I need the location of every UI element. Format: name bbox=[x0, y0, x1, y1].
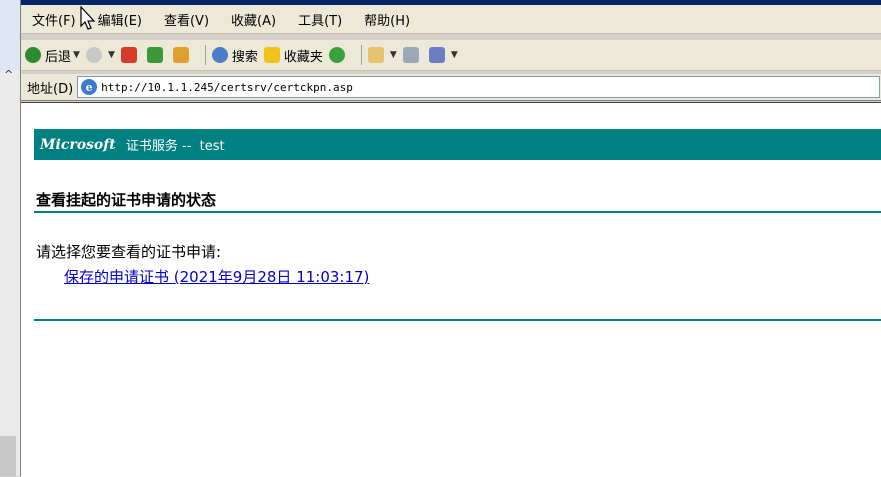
menu-favorites[interactable]: 收藏(A) bbox=[231, 10, 276, 29]
address-bar: 地址(D) e http://10.1.1.245/certsrv/certck… bbox=[21, 74, 881, 101]
microsoft-brand: Microsoft bbox=[40, 136, 116, 153]
select-prompt: 请选择您要查看的证书申请: bbox=[36, 243, 222, 261]
menu-edit[interactable]: 编辑(E) bbox=[98, 10, 142, 29]
caret-up-icon: ^ bbox=[4, 68, 14, 81]
favorites-label: 收藏夹 bbox=[283, 49, 323, 65]
back-button[interactable]: 后退 ▼ bbox=[25, 46, 80, 65]
search-label: 搜索 bbox=[231, 49, 258, 65]
footer-divider bbox=[34, 319, 881, 321]
back-label: 后退 bbox=[45, 49, 72, 65]
heading-divider bbox=[34, 211, 881, 213]
refresh-icon bbox=[146, 47, 163, 63]
printer-icon bbox=[402, 47, 419, 63]
stop-icon bbox=[120, 47, 137, 63]
history-button[interactable] bbox=[328, 47, 349, 63]
address-label: 地址(D) bbox=[27, 81, 74, 97]
page-title: 查看挂起的证书申请的状态 bbox=[36, 191, 217, 209]
mail-button[interactable]: ▼ bbox=[367, 47, 397, 63]
menu-view[interactable]: 查看(V) bbox=[164, 10, 209, 29]
ie-page-icon: e bbox=[81, 79, 98, 95]
edit-button[interactable]: ▼ bbox=[428, 47, 458, 63]
favorites-button[interactable]: 收藏夹 bbox=[263, 46, 323, 65]
service-title: 证书服务 -- test bbox=[121, 139, 225, 154]
chevron-down-icon: ▼ bbox=[389, 50, 397, 60]
toolbar-separator bbox=[360, 45, 362, 65]
history-icon bbox=[328, 47, 345, 63]
menu-file[interactable]: 文件(F) bbox=[32, 10, 76, 29]
home-button[interactable] bbox=[172, 47, 193, 63]
title-bar-edge bbox=[21, 0, 881, 5]
address-url[interactable]: http://10.1.1.245/certsrv/certckpn.asp bbox=[101, 81, 353, 94]
saved-request-link[interactable]: 保存的申请证书 (2021年9月28日 11:03:17) bbox=[64, 266, 369, 287]
chevron-down-icon: ▼ bbox=[73, 50, 80, 60]
forward-button[interactable]: ▼ bbox=[85, 47, 115, 63]
desktop-edge-box bbox=[0, 436, 16, 476]
refresh-button[interactable] bbox=[146, 47, 167, 63]
stop-button[interactable] bbox=[120, 47, 141, 63]
menu-tools[interactable]: 工具(T) bbox=[298, 10, 342, 29]
chevron-down-icon: ▼ bbox=[107, 50, 115, 60]
menu-bar: 文件(F) 编辑(E) 查看(V) 收藏(A) 工具(T) 帮助(H) bbox=[21, 0, 881, 34]
desktop-edge: ^ bbox=[0, 0, 20, 476]
search-button[interactable]: 搜索 bbox=[211, 46, 258, 65]
address-field[interactable]: e http://10.1.1.245/certsrv/certckpn.asp bbox=[77, 76, 880, 98]
toolbar-separator bbox=[204, 45, 206, 65]
cert-services-header: Microsoft 证书服务 -- test bbox=[34, 129, 881, 160]
mail-icon bbox=[367, 47, 384, 63]
desktop-edge-top bbox=[0, 0, 20, 70]
mouse-cursor-icon bbox=[80, 6, 96, 30]
standard-toolbar: 后退 ▼ ▼ 搜索 收藏夹 ▼ ▼ bbox=[21, 40, 881, 71]
star-icon bbox=[263, 47, 280, 63]
word-icon bbox=[428, 47, 445, 63]
browser-window: 文件(F) 编辑(E) 查看(V) 收藏(A) 工具(T) 帮助(H) 后退 ▼… bbox=[20, 0, 881, 477]
search-icon bbox=[211, 47, 228, 63]
back-arrow-icon bbox=[25, 47, 41, 63]
forward-arrow-icon bbox=[85, 47, 102, 63]
home-icon bbox=[172, 47, 189, 63]
menu-help[interactable]: 帮助(H) bbox=[364, 10, 410, 29]
chevron-down-icon: ▼ bbox=[450, 50, 458, 60]
print-button[interactable] bbox=[402, 47, 423, 63]
page-viewport: Microsoft 证书服务 -- test 查看挂起的证书申请的状态 请选择您… bbox=[21, 102, 881, 477]
